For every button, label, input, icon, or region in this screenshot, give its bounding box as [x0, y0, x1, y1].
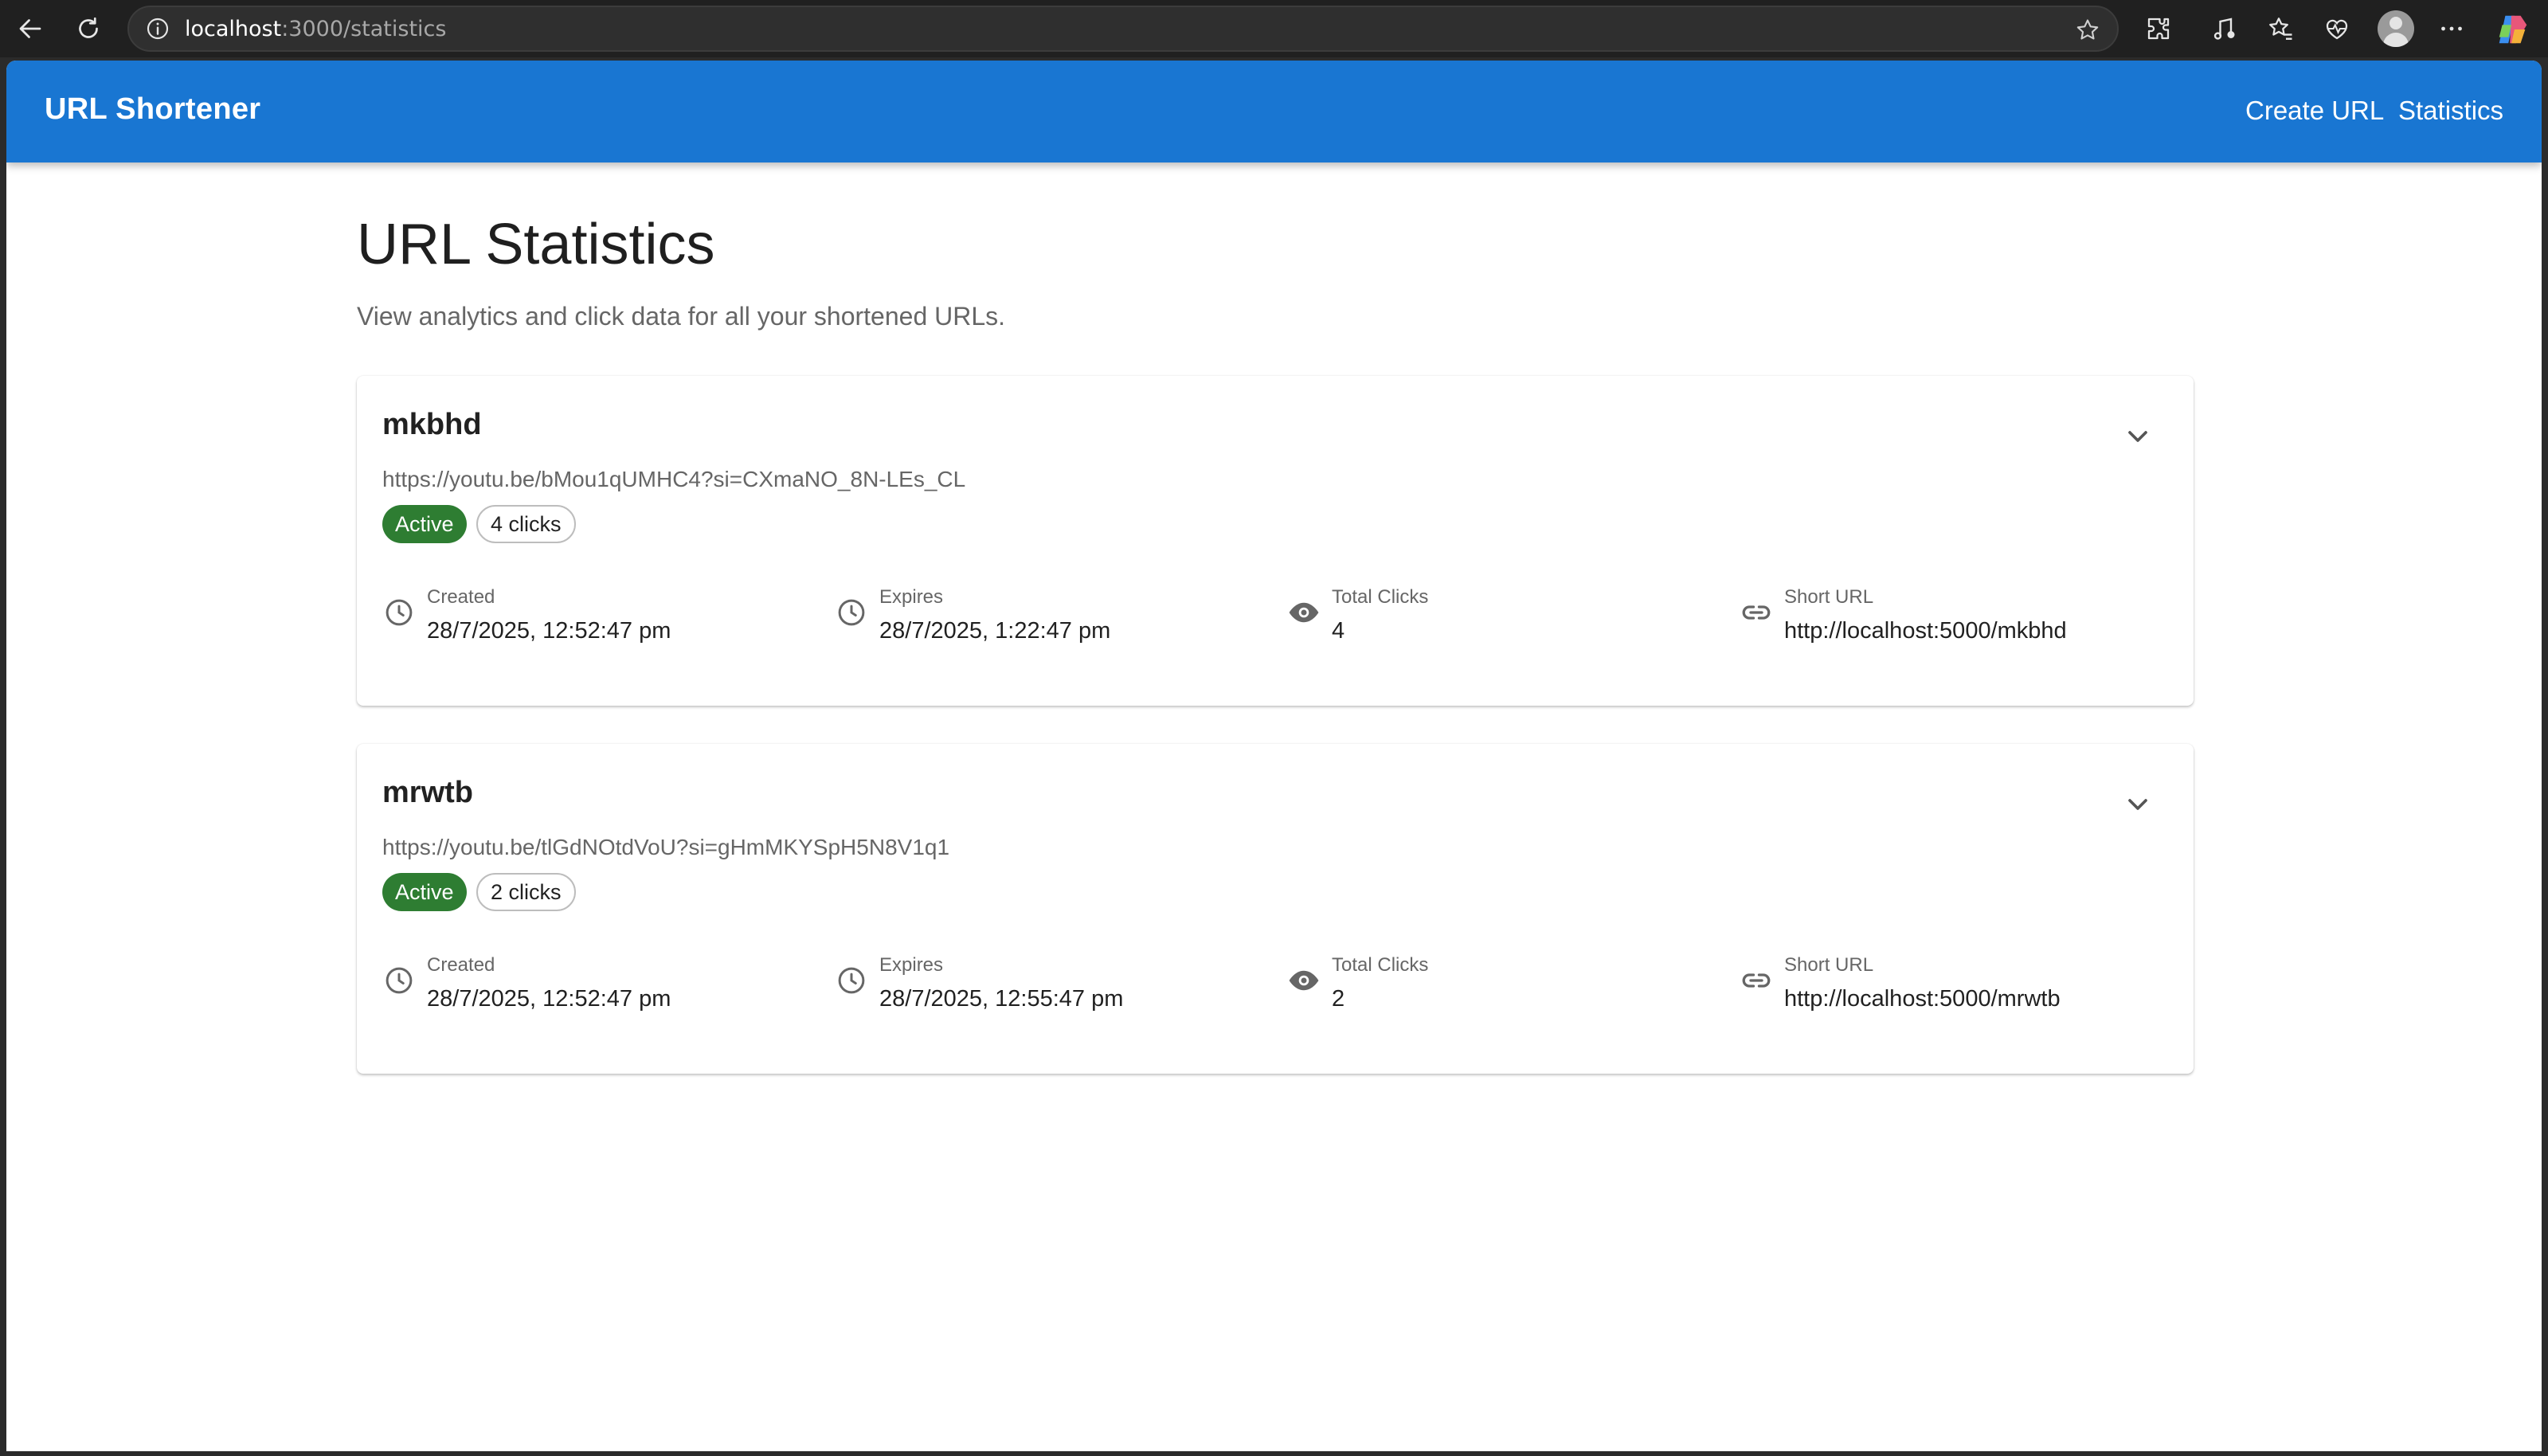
address-path: :3000/statistics: [281, 16, 447, 41]
app-title[interactable]: URL Shortener: [45, 92, 260, 127]
short-url-label: Short URL: [1784, 586, 1874, 608]
clicks-chip: 4 clicks: [476, 505, 576, 543]
created-stat: Created 28/7/2025, 12:52:47 pm: [382, 586, 812, 658]
expires-value: 28/7/2025, 1:22:47 pm: [879, 618, 1111, 644]
browser-toolbar: localhost:3000/statistics: [0, 0, 2548, 57]
page-title: URL Statistics: [357, 213, 715, 276]
original-url: https://youtu.be/bMou1qUMHC4?si=CXmaNO_8…: [382, 467, 966, 491]
page-subtitle: View analytics and click data for all yo…: [357, 302, 1006, 331]
total-clicks-label: Total Clicks: [1332, 954, 1429, 976]
created-value: 28/7/2025, 12:52:47 pm: [427, 618, 671, 644]
clock-icon: [382, 964, 416, 997]
short-url-value[interactable]: http://localhost:5000/mrwtb: [1784, 986, 2061, 1012]
favorites-icon[interactable]: [2265, 13, 2297, 45]
eye-icon: [1287, 596, 1321, 629]
nav-create-url[interactable]: Create URL: [2245, 96, 2384, 126]
created-label: Created: [427, 954, 495, 976]
site-info-icon[interactable]: [145, 16, 170, 41]
profile-avatar[interactable]: [2378, 10, 2414, 47]
clock-icon: [382, 596, 416, 629]
created-stat: Created 28/7/2025, 12:52:47 pm: [382, 954, 812, 1026]
total-clicks-stat: Total Clicks 4: [1287, 586, 1717, 658]
url-card: mrwtb https://youtu.be/tlGdNOtdVoU?si=gH…: [357, 744, 2194, 1074]
total-clicks-stat: Total Clicks 2: [1287, 954, 1717, 1026]
reload-icon[interactable]: [72, 13, 104, 45]
chevron-down-icon: [2128, 799, 2147, 810]
app-bar: URL Shortener Create URL Statistics: [6, 61, 2542, 162]
short-url-label: Short URL: [1784, 954, 1874, 976]
expand-button[interactable]: [2109, 776, 2166, 833]
favorite-star-icon[interactable]: [2074, 17, 2101, 44]
expires-label: Expires: [879, 954, 944, 976]
expand-button[interactable]: [2109, 408, 2166, 465]
status-badge: Active: [382, 505, 467, 543]
url-card: mkbhd https://youtu.be/bMou1qUMHC4?si=CX…: [357, 376, 2194, 706]
expires-stat: Expires 28/7/2025, 1:22:47 pm: [835, 586, 1265, 658]
link-icon: [1740, 596, 1773, 629]
short-code: mrwtb: [382, 776, 473, 809]
eye-icon: [1287, 964, 1321, 997]
created-value: 28/7/2025, 12:52:47 pm: [427, 986, 671, 1012]
copilot-icon[interactable]: [2495, 11, 2531, 48]
clicks-chip: 2 clicks: [476, 873, 576, 911]
link-icon: [1740, 964, 1773, 997]
total-clicks-label: Total Clicks: [1332, 586, 1429, 608]
expires-label: Expires: [879, 586, 944, 608]
nav-statistics[interactable]: Statistics: [2398, 96, 2503, 126]
short-url-stat: Short URL http://localhost:5000/mrwtb: [1740, 954, 2170, 1026]
back-arrow-icon[interactable]: [14, 13, 46, 45]
expires-value: 28/7/2025, 12:55:47 pm: [879, 986, 1124, 1012]
status-badge: Active: [382, 873, 467, 911]
browser-essentials-icon[interactable]: [2321, 13, 2353, 45]
short-url-value[interactable]: http://localhost:5000/mkbhd: [1784, 618, 2067, 644]
page-viewport: URL Shortener Create URL Statistics URL …: [6, 61, 2542, 1451]
created-label: Created: [427, 586, 495, 608]
extensions-icon[interactable]: [2143, 13, 2174, 45]
total-clicks-value: 4: [1332, 618, 1345, 644]
clock-icon: [835, 596, 868, 629]
total-clicks-value: 2: [1332, 986, 1345, 1012]
address-bar[interactable]: localhost:3000/statistics: [127, 6, 2119, 52]
short-url-stat: Short URL http://localhost:5000/mkbhd: [1740, 586, 2170, 658]
media-control-icon[interactable]: [2208, 13, 2240, 45]
expires-stat: Expires 28/7/2025, 12:55:47 pm: [835, 954, 1265, 1026]
chevron-down-icon: [2128, 431, 2147, 442]
address-host: localhost: [185, 16, 282, 41]
more-menu-icon[interactable]: [2436, 13, 2468, 45]
address-url[interactable]: localhost:3000/statistics: [185, 17, 446, 41]
clock-icon: [835, 964, 868, 997]
original-url: https://youtu.be/tlGdNOtdVoU?si=gHmMKYSp…: [382, 835, 950, 859]
short-code: mkbhd: [382, 408, 482, 441]
